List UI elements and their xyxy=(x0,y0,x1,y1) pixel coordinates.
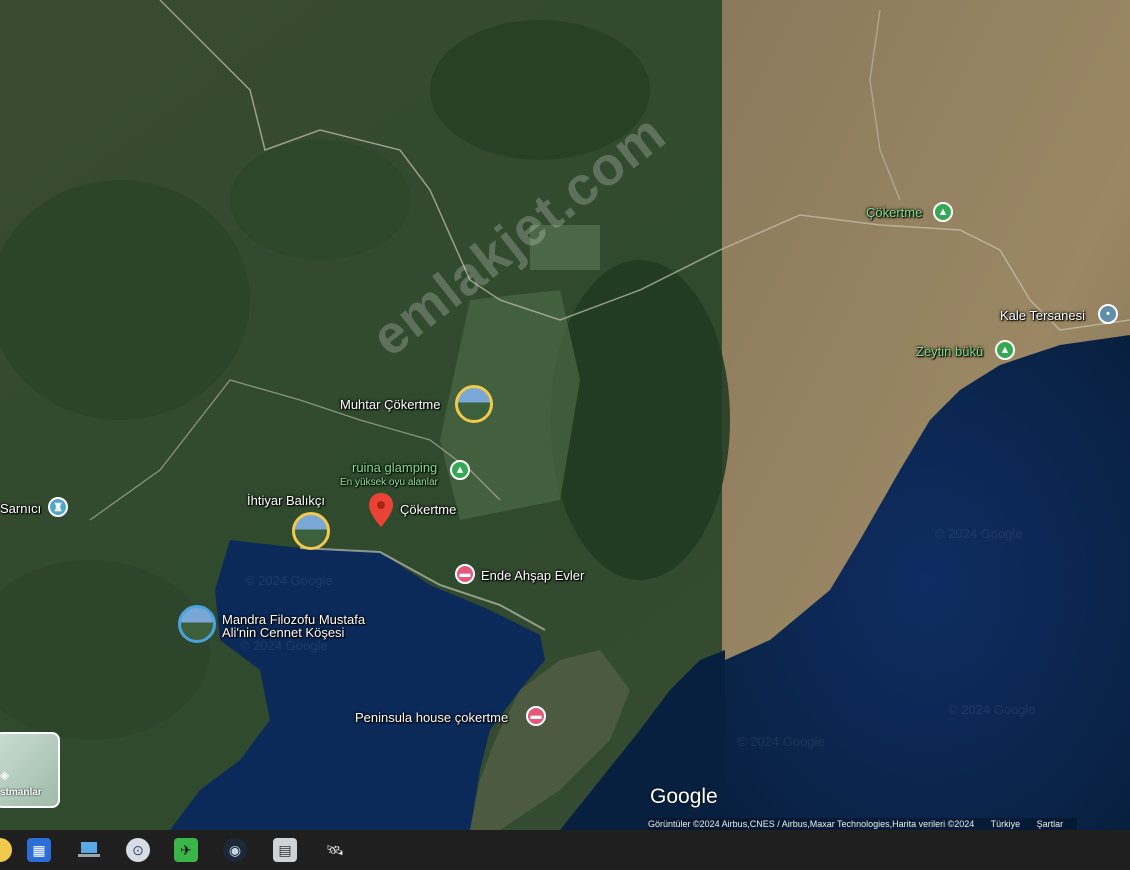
taskbar: ▦ ⊙ ✈ ◉ ▤ 🛰 xyxy=(0,830,1130,870)
place-label-ihtiyar[interactable]: İhtiyar Balıkçı xyxy=(247,494,325,508)
place-label-kale-tersanesi[interactable]: Kale Tersanesi xyxy=(1000,309,1085,323)
landmark-icon[interactable]: ♜ xyxy=(48,497,68,517)
attribution-country[interactable]: Türkiye xyxy=(991,819,1021,829)
camp-icon[interactable]: ▲ xyxy=(933,202,953,222)
map-watermark: © 2024 Google xyxy=(240,638,328,653)
camp-icon[interactable]: ▲ xyxy=(995,340,1015,360)
photo-marker[interactable] xyxy=(178,605,216,643)
place-label-sarnici[interactable]: Sarnıcı xyxy=(0,502,41,516)
attribution-bar: Görüntüler ©2024 Airbus,CNES / Airbus,Ma… xyxy=(648,818,1078,830)
layers-label: stmanlar xyxy=(0,787,42,798)
search-icon[interactable] xyxy=(0,838,12,862)
map-watermark: © 2024 Google xyxy=(245,573,333,588)
lodging-icon[interactable]: ▬ xyxy=(526,706,546,726)
steam-icon[interactable]: ◉ xyxy=(223,838,247,862)
place-label-muhtar[interactable]: Muhtar Çökertme xyxy=(340,398,440,412)
layers-icon: ◈ xyxy=(0,768,10,782)
place-label-ende[interactable]: Ende Ahşap Evler xyxy=(481,569,584,583)
vpn-lock-icon[interactable]: ⊙ xyxy=(126,838,150,862)
photo-marker[interactable] xyxy=(455,385,493,423)
printer-icon[interactable]: ▤ xyxy=(273,838,297,862)
plane-icon[interactable]: ✈ xyxy=(174,838,198,862)
place-label-cokertme[interactable]: Çökertme xyxy=(400,503,456,517)
map-watermark: © 2024 Google xyxy=(737,734,825,749)
satellite-map[interactable]: emlakjet.com © 2024 Google © 2024 Google… xyxy=(0,0,1130,830)
place-label-cokertme-village[interactable]: Çökertme xyxy=(866,206,922,220)
laptop-icon[interactable] xyxy=(77,838,101,862)
lodging-icon[interactable]: ▬ xyxy=(455,564,475,584)
google-logo: Google xyxy=(650,785,718,808)
map-watermark: © 2024 Google xyxy=(935,526,1023,541)
place-sublabel-ruina: En yüksek oyu alanlar xyxy=(340,477,438,488)
layers-toggle-button[interactable]: ◈ stmanlar xyxy=(0,732,60,808)
attribution-terms[interactable]: Şartlar xyxy=(1037,819,1064,829)
store-icon[interactable]: ▦ xyxy=(27,838,51,862)
attribution-imagery[interactable]: Görüntüler ©2024 Airbus,CNES / Airbus,Ma… xyxy=(648,819,974,829)
place-label-peninsula[interactable]: Peninsula house çokertme xyxy=(355,711,508,725)
place-label-zeytin-buku[interactable]: Zeytin bükü xyxy=(916,345,983,359)
place-label-mandra-line2[interactable]: Ali'nin Cennet Köşesi xyxy=(222,626,344,640)
map-watermark: © 2024 Google xyxy=(948,702,1036,717)
camp-icon[interactable]: ▲ xyxy=(450,460,470,480)
photo-marker[interactable] xyxy=(292,512,330,550)
landmark-pin-icon[interactable]: • xyxy=(1098,304,1118,324)
location-marker-icon[interactable] xyxy=(369,493,393,527)
place-label-ruina[interactable]: ruina glamping xyxy=(352,461,437,475)
satellite-icon[interactable]: 🛰 xyxy=(323,838,347,862)
